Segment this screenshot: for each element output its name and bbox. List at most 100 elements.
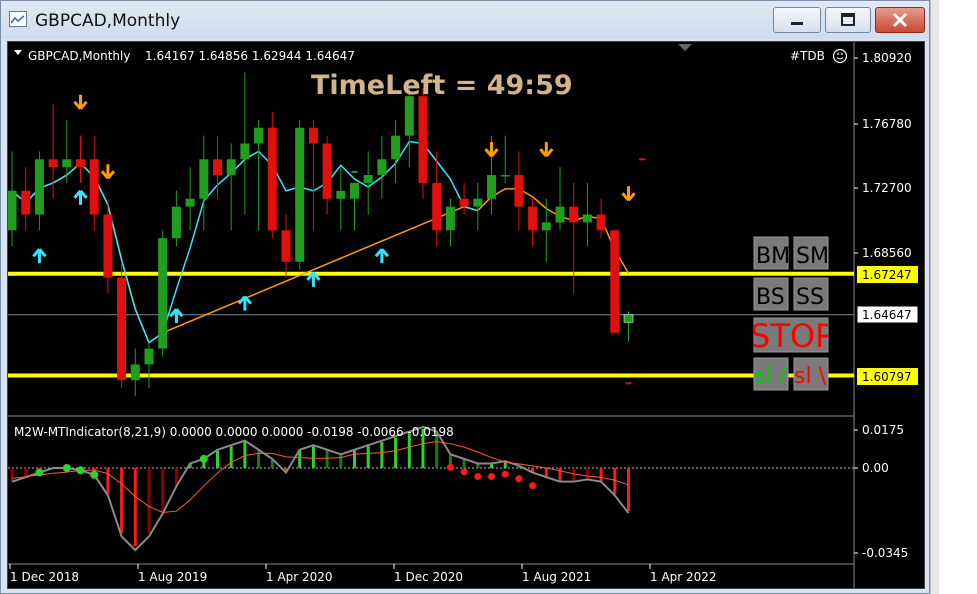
sl-down-label: sl \ bbox=[794, 364, 827, 389]
bull-candle bbox=[295, 127, 305, 262]
level-marker-label: 1.67247 bbox=[862, 268, 912, 282]
bull-candle bbox=[158, 238, 168, 349]
indicator-tag: #TDB bbox=[790, 49, 825, 63]
bull-candle bbox=[473, 198, 483, 207]
ss-button-label: SS bbox=[796, 285, 824, 310]
minimize-button[interactable] bbox=[773, 7, 821, 33]
price-tick: 1.68560 bbox=[862, 246, 912, 260]
bull-candle bbox=[500, 175, 510, 177]
bear-candle bbox=[103, 214, 113, 278]
bear-candle bbox=[432, 182, 442, 231]
indicator-tick: 0.00 bbox=[862, 461, 889, 475]
collapse-triangle-icon[interactable] bbox=[14, 50, 22, 55]
bear-candle bbox=[21, 190, 31, 215]
bs-button-label: BS bbox=[756, 285, 785, 310]
bear-candle bbox=[117, 277, 127, 381]
bear-candle bbox=[48, 159, 58, 168]
bear-candle bbox=[281, 230, 291, 262]
title-bar[interactable]: GBPCAD,Monthly bbox=[1, 1, 929, 39]
bear-candle bbox=[267, 127, 277, 231]
sell-arrow-icon bbox=[539, 142, 554, 158]
close-button[interactable] bbox=[875, 7, 925, 33]
cross-dot bbox=[529, 482, 537, 490]
bull-candle bbox=[363, 175, 373, 183]
desktop-background bbox=[930, 0, 977, 594]
bull-candle bbox=[336, 190, 346, 199]
sell-arrow-icon bbox=[621, 186, 636, 202]
bull-candle bbox=[226, 159, 236, 176]
bull-candle bbox=[377, 159, 387, 176]
window-title: GBPCAD,Monthly bbox=[35, 11, 181, 31]
bull-candle bbox=[541, 222, 551, 231]
bull-candle bbox=[130, 364, 140, 381]
stop-button-label: STOP bbox=[750, 317, 834, 355]
symbol-info: GBPCAD,Monthly bbox=[28, 49, 130, 63]
bear-candle bbox=[528, 206, 538, 231]
bull-candle bbox=[487, 175, 496, 199]
bm-button-label: BM bbox=[756, 244, 790, 269]
bull-candle bbox=[582, 214, 592, 223]
bull-candle bbox=[240, 143, 250, 160]
chart-area[interactable]: GBPCAD,Monthly 1.64167 1.64856 1.62944 1… bbox=[7, 41, 925, 589]
cross-dot bbox=[62, 464, 71, 472]
macd-line bbox=[11, 425, 630, 552]
bull-candle bbox=[144, 348, 154, 365]
bull-candle bbox=[623, 314, 634, 323]
price-tick: 1.72700 bbox=[862, 181, 912, 195]
stop-label-clip: STOP bbox=[750, 317, 834, 355]
bull-candle bbox=[555, 206, 565, 223]
bull-candle bbox=[185, 198, 195, 207]
bull-candle bbox=[254, 127, 264, 144]
time-label: 1 Dec 2020 bbox=[394, 570, 463, 584]
bear-candle bbox=[459, 198, 469, 207]
time-label: 1 Apr 2022 bbox=[650, 570, 717, 584]
maximize-button[interactable] bbox=[825, 7, 871, 33]
level-price-markers: 1.67247 1.64647 1.60797 bbox=[856, 266, 919, 385]
chart-window-icon bbox=[9, 11, 27, 27]
cross-dot bbox=[515, 475, 523, 483]
bull-candle bbox=[445, 206, 455, 231]
sl-up-label: sl / bbox=[754, 364, 787, 389]
buy-arrow-icon bbox=[169, 308, 184, 324]
sm-button-label: SM bbox=[796, 244, 829, 269]
indicator-tick: -0.0345 bbox=[862, 546, 908, 560]
time-label: 1 Aug 2019 bbox=[138, 570, 207, 584]
indicator-label: M2W-MTIndicator(8,21,9) 0.0000 0.0000 0.… bbox=[14, 425, 454, 439]
vertical-scrollbar[interactable] bbox=[930, 0, 939, 594]
indicator-axis: 0.0175 0.00 -0.0345 bbox=[854, 423, 908, 560]
price-tick: 1.76780 bbox=[862, 117, 912, 131]
cross-dot bbox=[76, 466, 85, 475]
cross-dot bbox=[488, 472, 495, 480]
minimize-icon bbox=[791, 22, 803, 25]
cross-dot bbox=[501, 470, 509, 478]
buy-arrow-icon bbox=[73, 189, 88, 205]
trade-button-panel: BM SM BS SS STOP sl / sl \ bbox=[750, 236, 834, 391]
shift-marker[interactable] bbox=[678, 44, 692, 51]
bear-candle bbox=[89, 159, 99, 215]
buy-arrow-icon bbox=[32, 248, 47, 264]
bear-candle bbox=[514, 175, 524, 207]
bull-candle bbox=[62, 159, 72, 168]
smiley-icon bbox=[832, 48, 848, 64]
cross-dot bbox=[90, 470, 99, 479]
indicator-tick: 0.0175 bbox=[862, 423, 904, 437]
price-chart[interactable]: GBPCAD,Monthly 1.64167 1.64856 1.62944 1… bbox=[7, 42, 924, 588]
restore-icon bbox=[841, 13, 855, 26]
sell-arrow-icon bbox=[484, 142, 499, 158]
time-label: 1 Apr 2020 bbox=[266, 570, 333, 584]
time-axis: 1 Dec 2018 1 Aug 2019 1 Apr 2020 1 Dec 2… bbox=[9, 564, 717, 584]
cross-dot bbox=[460, 468, 468, 476]
bull-candle bbox=[171, 206, 181, 239]
cross-dot bbox=[446, 463, 454, 471]
bear-candle bbox=[610, 230, 620, 333]
bear-candle bbox=[76, 159, 85, 168]
ohlc-values: 1.64167 1.64856 1.62944 1.64647 bbox=[145, 49, 355, 63]
bid-marker-label: 1.64647 bbox=[862, 308, 912, 322]
buy-arrow-icon bbox=[237, 295, 253, 311]
cross-dot bbox=[35, 468, 44, 477]
sell-arrow-icon bbox=[100, 164, 116, 180]
cross-dot bbox=[199, 454, 208, 463]
bull-candle bbox=[391, 135, 401, 160]
bull-candle bbox=[350, 182, 359, 199]
bull-candle bbox=[7, 190, 17, 231]
